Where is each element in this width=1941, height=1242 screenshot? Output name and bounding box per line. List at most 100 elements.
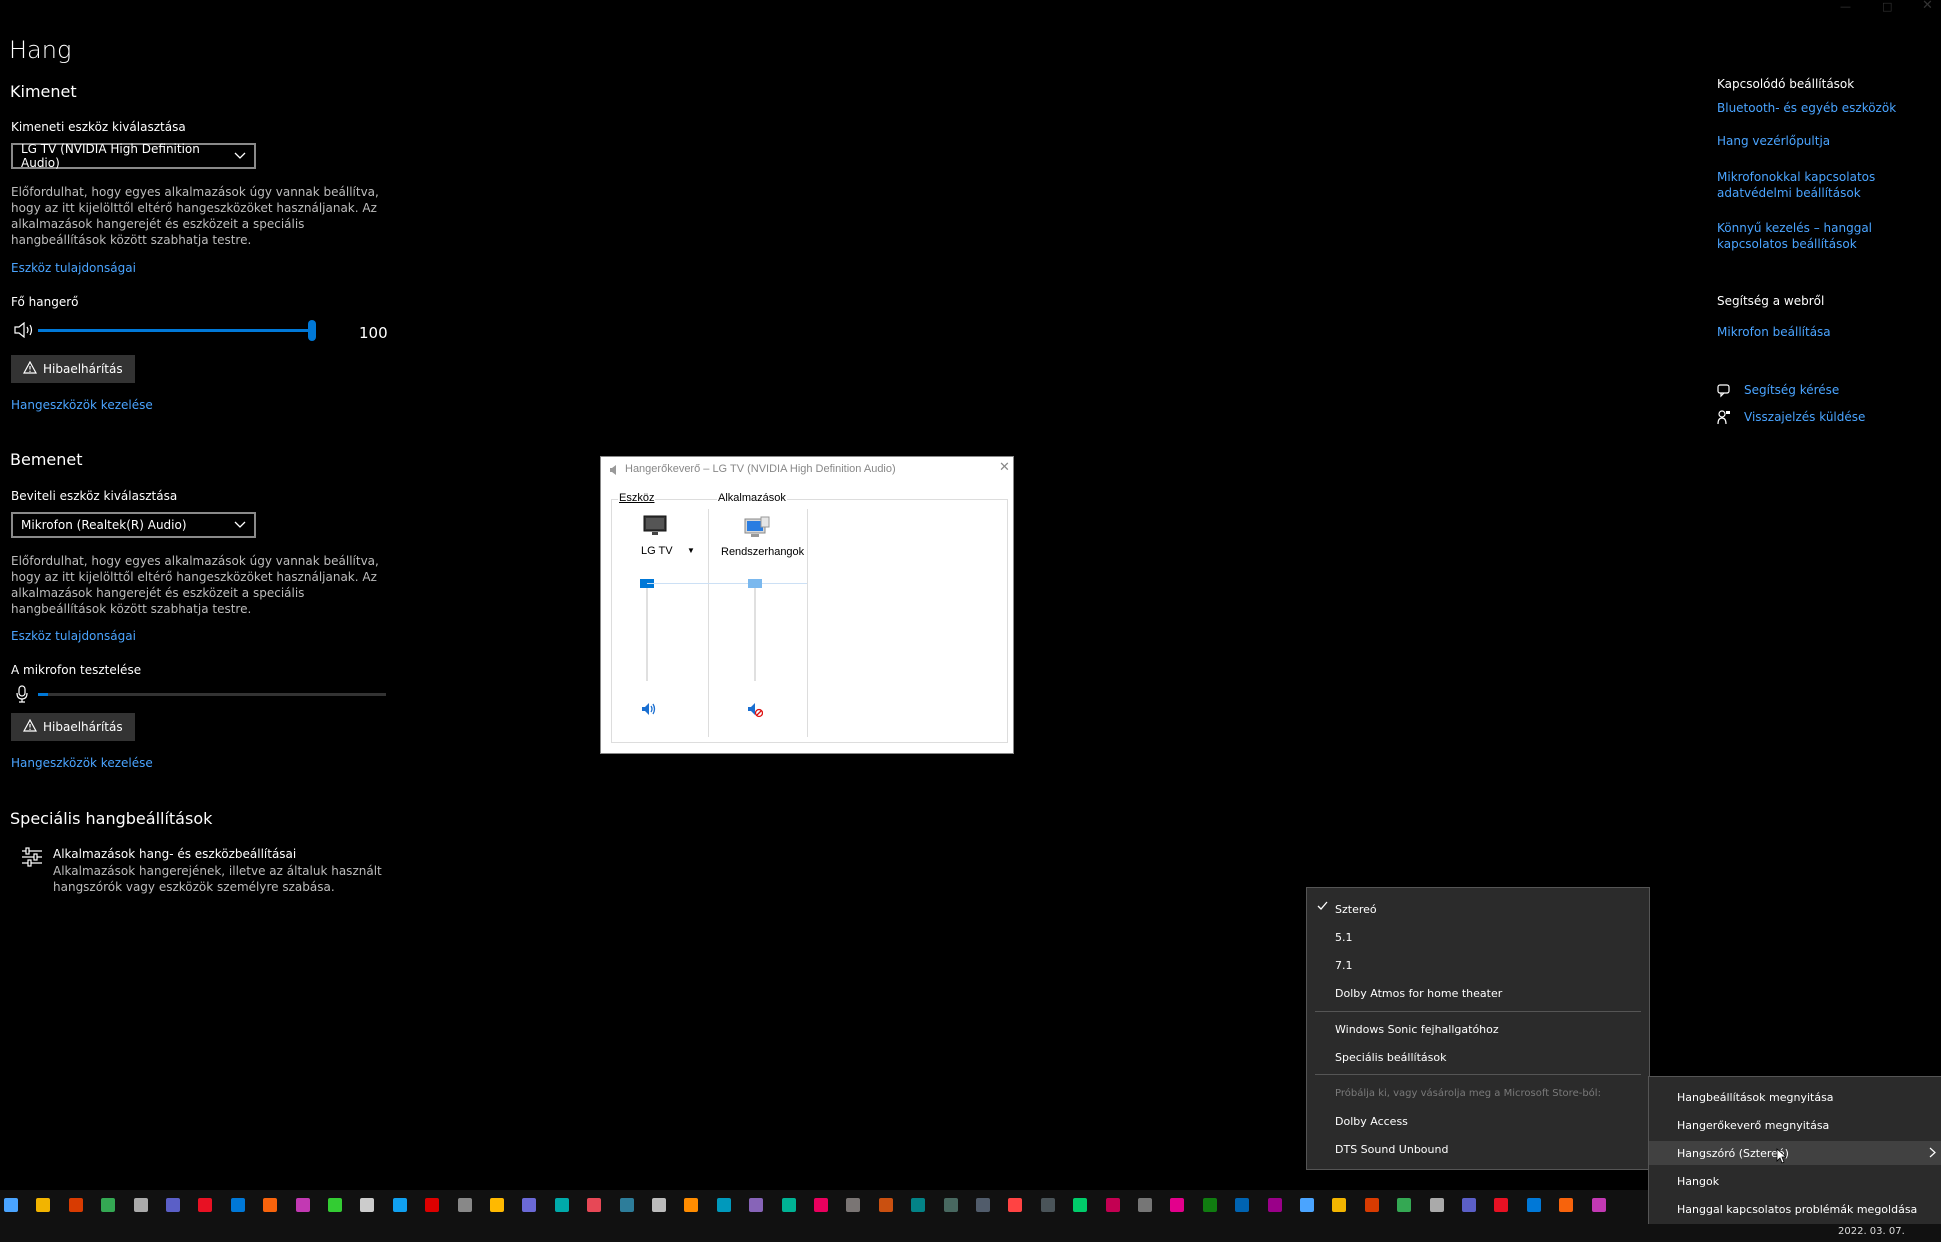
taskbar-app-icon[interactable] — [68, 1198, 83, 1212]
taskbar-app-icon[interactable] — [749, 1198, 764, 1212]
output-troubleshoot-button[interactable]: Hibaelhárítás — [11, 355, 135, 383]
menu-item-windows-sonic[interactable]: Windows Sonic fejhallgatóhoz — [1307, 1017, 1649, 1041]
taskbar-app-icon[interactable] — [1008, 1198, 1023, 1212]
menu-item-open-volume-mixer[interactable]: Hangerőkeverő megnyitása — [1649, 1113, 1941, 1137]
taskbar-app-icon[interactable] — [911, 1198, 926, 1212]
taskbar-app-icon[interactable] — [166, 1198, 180, 1212]
mixer-app-thumb[interactable] — [748, 579, 762, 588]
input-manage-devices-link[interactable]: Hangeszközök kezelése — [11, 756, 153, 770]
minimize-button[interactable]: — — [1840, 0, 1851, 13]
taskbar-app-icon[interactable] — [360, 1198, 375, 1212]
menu-item-sounds[interactable]: Hangok — [1649, 1169, 1941, 1193]
taskbar-app-icon[interactable] — [1235, 1198, 1250, 1212]
menu-item-7-1[interactable]: 7.1 — [1307, 953, 1649, 977]
taskbar-app-icon[interactable] — [1462, 1198, 1476, 1212]
taskbar-app-icon[interactable] — [295, 1198, 310, 1212]
taskbar-app-icon[interactable] — [36, 1198, 51, 1212]
menu-item-label: Sztereó — [1335, 902, 1377, 916]
caret-down-icon[interactable]: ▼ — [687, 546, 695, 555]
taskbar-app-icon[interactable] — [101, 1198, 116, 1212]
menu-item-troubleshoot-sound[interactable]: Hanggal kapcsolatos problémák megoldása — [1649, 1197, 1941, 1221]
taskbar-app-icon[interactable] — [198, 1198, 213, 1212]
menu-item-speaker-stereo[interactable]: Hangszóró (Sztereó) — [1649, 1141, 1941, 1165]
close-button[interactable]: ✕ — [1922, 0, 1933, 13]
taskbar-app-icon[interactable] — [652, 1198, 666, 1212]
taskbar-app-icon[interactable] — [230, 1198, 245, 1212]
taskbar-app-icon[interactable] — [1073, 1198, 1088, 1212]
taskbar-app-icon[interactable] — [263, 1198, 278, 1212]
input-troubleshoot-button[interactable]: Hibaelhárítás — [11, 713, 135, 741]
taskbar-app-icon[interactable] — [587, 1198, 602, 1212]
taskbar-app-icon[interactable] — [1559, 1198, 1574, 1212]
menu-item-dts-sound[interactable]: DTS Sound Unbound — [1307, 1137, 1649, 1161]
output-device-select[interactable]: LG TV (NVIDIA High Definition Audio) — [11, 142, 256, 170]
speaker-icon[interactable] — [641, 702, 657, 721]
taskbar-app-icon[interactable] — [781, 1198, 796, 1212]
send-feedback-link[interactable]: Visszajelzés küldése — [1744, 410, 1865, 424]
taskbar — [0, 1190, 1648, 1242]
app-volume-settings-link[interactable]: Alkalmazások hang- és eszközbeállításai — [53, 847, 296, 861]
output-manage-devices-link[interactable]: Hangeszközök kezelése — [11, 398, 153, 412]
taskbar-app-icon[interactable] — [943, 1198, 958, 1212]
get-help-link[interactable]: Segítség kérése — [1744, 383, 1839, 397]
speaker-icon[interactable] — [13, 321, 35, 342]
taskbar-app-icon[interactable] — [1105, 1198, 1120, 1212]
output-device-properties-link[interactable]: Eszköz tulajdonságai — [11, 261, 136, 275]
taskbar-app-icon[interactable] — [1332, 1198, 1347, 1212]
taskbar-app-icon[interactable] — [1364, 1198, 1379, 1212]
related-link-control-panel[interactable]: Hang vezérlőpultja — [1717, 134, 1927, 148]
menu-item-label: Hangerőkeverő megnyitása — [1677, 1118, 1830, 1132]
taskbar-app-icon[interactable] — [684, 1198, 699, 1212]
taskbar-app-icon[interactable] — [1397, 1198, 1412, 1212]
mixer-close-button[interactable]: ✕ — [999, 459, 1010, 475]
taskbar-app-icon[interactable] — [976, 1198, 990, 1212]
master-volume-thumb[interactable] — [308, 320, 316, 341]
taskbar-app-icon[interactable] — [878, 1198, 893, 1212]
menu-item-stereo[interactable]: Sztereó — [1307, 897, 1649, 921]
master-volume-slider[interactable] — [38, 320, 316, 341]
taskbar-app-icon[interactable] — [1267, 1198, 1282, 1212]
taskbar-app-icon[interactable] — [1170, 1198, 1185, 1212]
mixer-device-name[interactable]: LG TV — [641, 545, 673, 557]
taskbar-app-icon[interactable] — [4, 1198, 18, 1212]
menu-item-dolby-atmos[interactable]: Dolby Atmos for home theater — [1307, 981, 1649, 1005]
related-link-ease-of-access[interactable]: Könnyű kezelés – hanggal kapcsolatos beá… — [1717, 220, 1937, 252]
taskbar-app-icon[interactable] — [1591, 1198, 1606, 1212]
taskbar-app-icon[interactable] — [716, 1198, 731, 1212]
page-title: Hang — [9, 36, 72, 64]
menu-item-dolby-access[interactable]: Dolby Access — [1307, 1109, 1649, 1133]
taskbar-app-icon[interactable] — [457, 1198, 472, 1212]
taskbar-app-icon[interactable] — [1202, 1198, 1217, 1212]
menu-item-5-1[interactable]: 5.1 — [1307, 925, 1649, 949]
warning-icon — [22, 360, 38, 377]
taskbar-app-icon[interactable] — [619, 1198, 634, 1212]
taskbar-app-icon[interactable] — [392, 1198, 407, 1212]
advanced-heading: Speciális hangbeállítások — [10, 809, 213, 828]
taskbar-app-icon[interactable] — [554, 1198, 569, 1212]
menu-separator — [1315, 1074, 1641, 1075]
muted-speaker-icon[interactable] — [747, 702, 764, 723]
taskbar-app-icon[interactable] — [1300, 1198, 1314, 1212]
related-link-mic-privacy[interactable]: Mikrofonokkal kapcsolatos adatvédelmi be… — [1717, 169, 1897, 201]
taskbar-app-icon[interactable] — [522, 1198, 537, 1212]
mixer-device-slider[interactable] — [640, 579, 654, 681]
taskbar-app-icon[interactable] — [425, 1198, 440, 1212]
taskbar-app-icon[interactable] — [1040, 1198, 1055, 1212]
taskbar-app-icon[interactable] — [846, 1198, 861, 1212]
menu-item-open-sound-settings[interactable]: Hangbeállítások megnyitása — [1649, 1085, 1941, 1109]
taskbar-app-icon[interactable] — [1429, 1198, 1444, 1212]
maximize-button[interactable]: □ — [1882, 0, 1892, 13]
input-device-select[interactable]: Mikrofon (Realtek(R) Audio) — [11, 512, 256, 538]
input-device-properties-link[interactable]: Eszköz tulajdonságai — [11, 629, 136, 643]
related-link-bluetooth[interactable]: Bluetooth- és egyéb eszközök — [1717, 101, 1927, 115]
taskbar-app-icon[interactable] — [814, 1198, 828, 1212]
taskbar-app-icon[interactable] — [1526, 1198, 1541, 1212]
help-link-mic-setup[interactable]: Mikrofon beállítása — [1717, 325, 1831, 339]
taskbar-app-icon[interactable] — [133, 1198, 148, 1212]
menu-item-advanced-settings[interactable]: Speciális beállítások — [1307, 1045, 1649, 1069]
mixer-app-slider[interactable] — [748, 579, 762, 681]
taskbar-app-icon[interactable] — [328, 1198, 342, 1212]
taskbar-app-icon[interactable] — [1494, 1198, 1509, 1212]
taskbar-app-icon[interactable] — [490, 1198, 504, 1212]
taskbar-app-icon[interactable] — [1138, 1198, 1152, 1212]
